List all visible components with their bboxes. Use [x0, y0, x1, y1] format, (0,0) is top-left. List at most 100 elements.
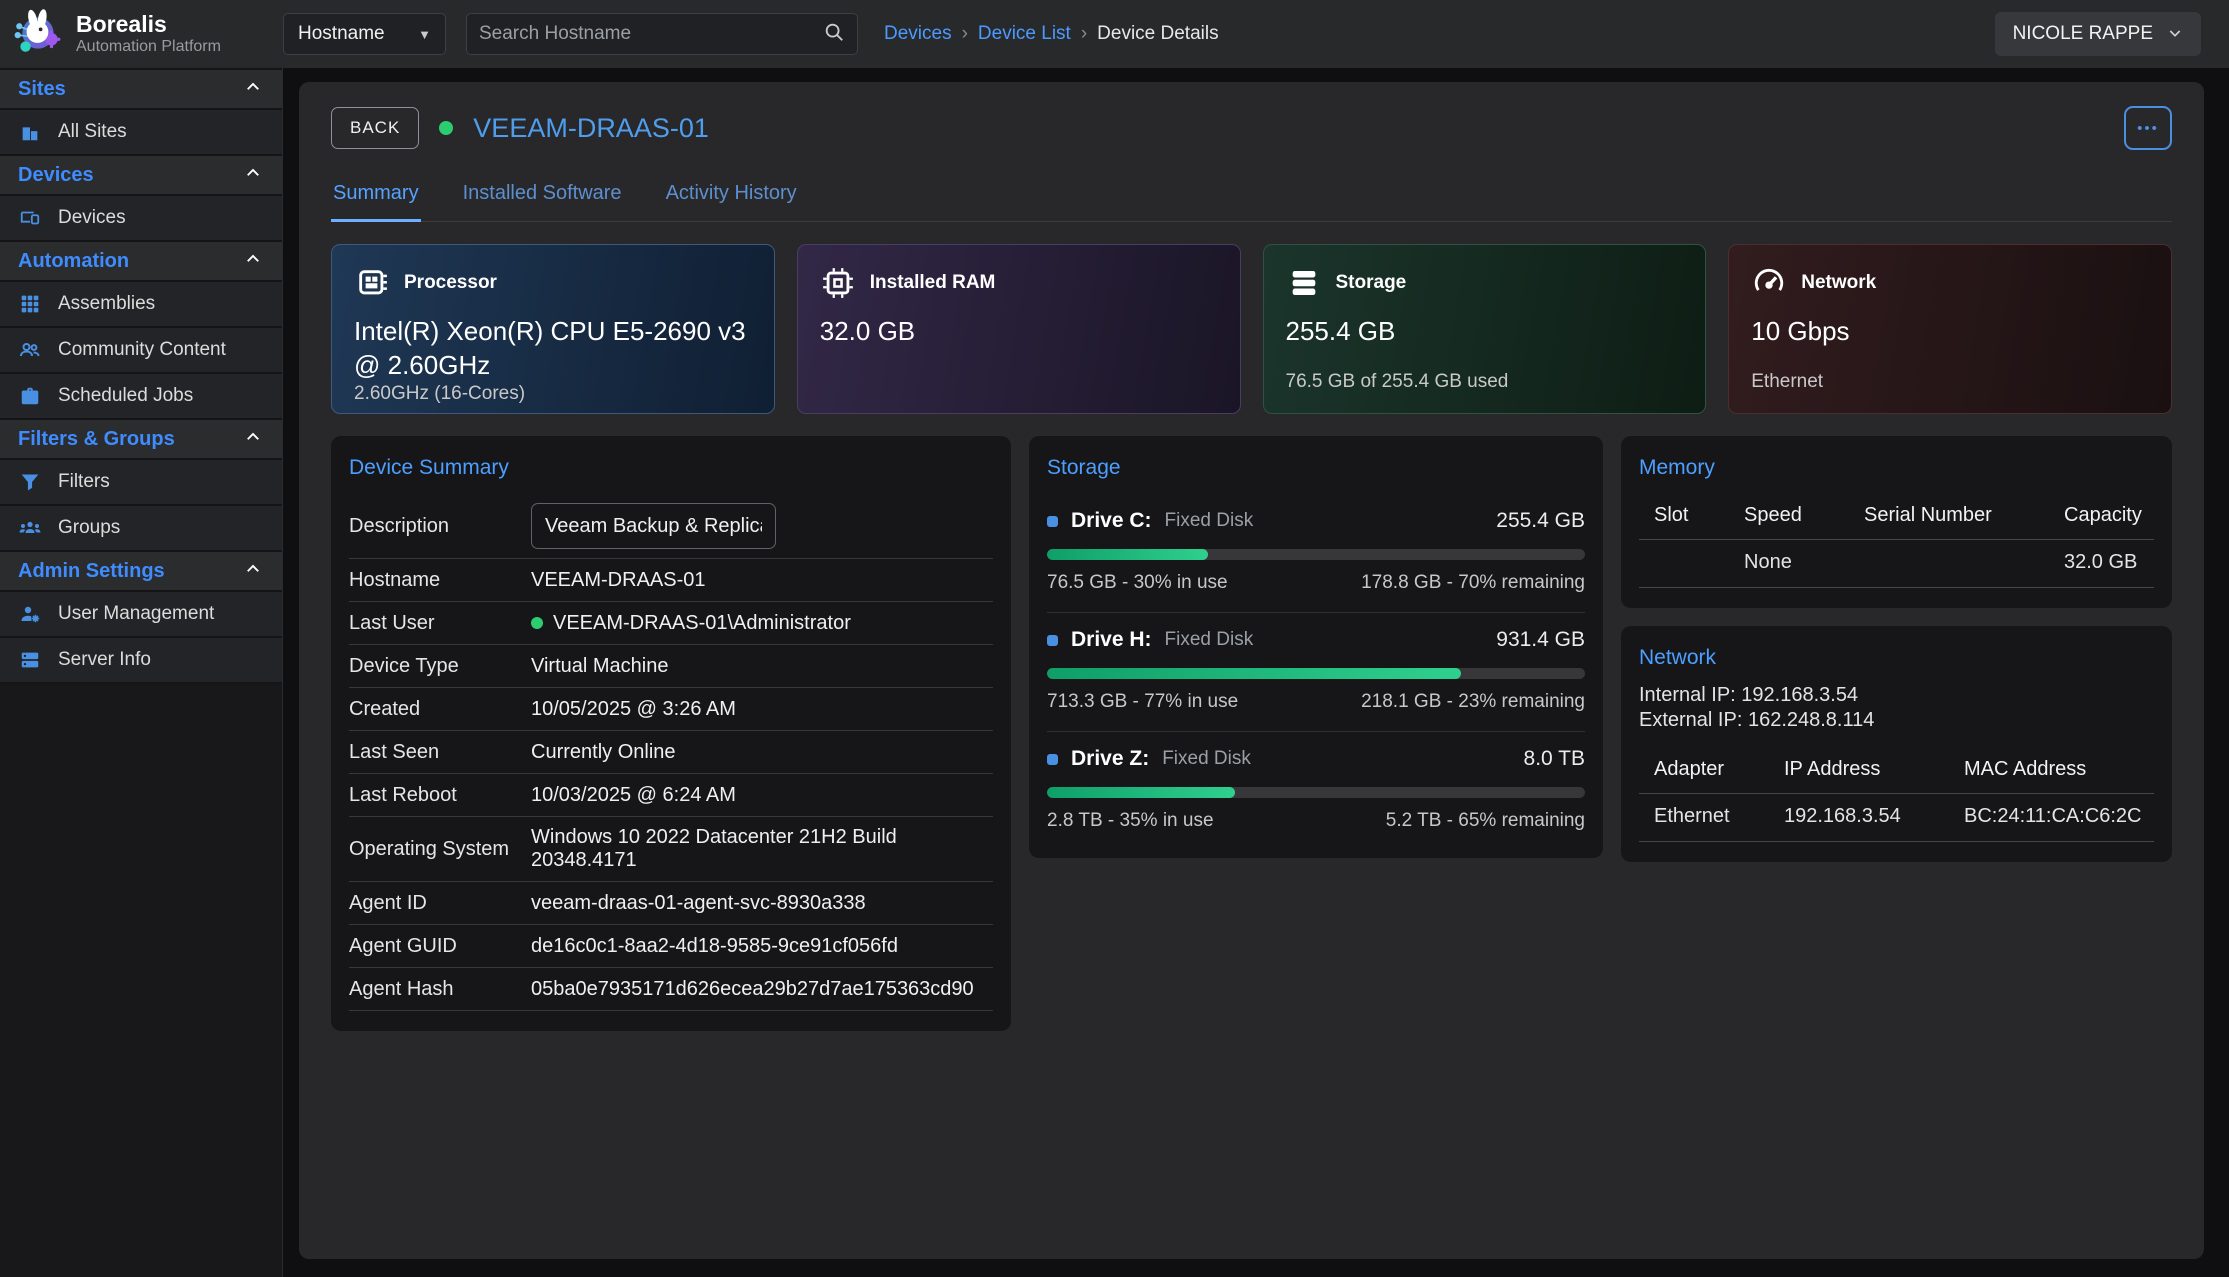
sidebar-item-scheduled-jobs[interactable]: Scheduled Jobs: [0, 372, 282, 418]
memory-table-row: None 32.0 GB: [1639, 540, 2154, 588]
card-subtext: Ethernet: [1751, 371, 2149, 393]
row-label: Device Type: [349, 655, 531, 678]
sidebar-item-user-management[interactable]: User Management: [0, 590, 282, 636]
storage-panel: Storage Drive C: Fixed Disk 255.4 GB: [1029, 436, 1603, 858]
panel-title: Network: [1639, 646, 2154, 670]
drive-bullet-icon: [1047, 516, 1058, 527]
tab-installed-software[interactable]: Installed Software: [461, 176, 624, 221]
description-input[interactable]: [531, 503, 776, 549]
sidebar-item-filters[interactable]: Filters: [0, 458, 282, 504]
breadcrumb-devices[interactable]: Devices: [884, 23, 952, 45]
row-label: Last Reboot: [349, 784, 531, 807]
user-name: NICOLE RAPPE: [2013, 23, 2153, 45]
installed-ram-card: Installed RAM 32.0 GB: [797, 244, 1241, 414]
search-input[interactable]: [479, 23, 823, 45]
ellipsis-menu-button[interactable]: •••: [2124, 106, 2172, 150]
memory-capacity: 32.0 GB: [2064, 551, 2154, 574]
search-field-select[interactable]: Hostname ▼: [283, 13, 446, 55]
device-details-panel: BACK VEEAM-DRAAS-01 ••• Summary Installe…: [299, 82, 2204, 1259]
sidebar-section-sites[interactable]: Sites: [0, 68, 282, 108]
sidebar-item-label: Community Content: [58, 339, 226, 361]
chevron-down-icon: ▼: [418, 27, 431, 42]
drive-row-c: Drive C: Fixed Disk 255.4 GB 76.5 GB - 3…: [1047, 494, 1585, 613]
stat-cards: Processor Intel(R) Xeon(R) CPU E5-2690 v…: [331, 244, 2172, 414]
breadcrumb-separator: ›: [1081, 23, 1087, 45]
adapter-ip: 192.168.3.54: [1784, 805, 1964, 828]
cpu-icon: [354, 265, 390, 301]
user-gear-icon: [18, 602, 42, 626]
summary-row-created: Created 10/05/2025 @ 3:26 AM: [349, 688, 993, 731]
chevron-down-icon: [2167, 25, 2183, 44]
briefcase-icon: [18, 384, 42, 408]
sidebar-item-groups[interactable]: Groups: [0, 504, 282, 550]
server-icon: [18, 648, 42, 672]
tab-activity-history[interactable]: Activity History: [664, 176, 799, 221]
user-menu-button[interactable]: NICOLE RAPPE: [1995, 12, 2201, 56]
sidebar-item-label: All Sites: [58, 121, 127, 143]
storage-card: Storage 255.4 GB 76.5 GB of 255.4 GB use…: [1263, 244, 1707, 414]
card-subtext: 76.5 GB of 255.4 GB used: [1286, 371, 1684, 393]
row-label: Last Seen: [349, 741, 531, 764]
memory-table-header: Slot Speed Serial Number Capacity: [1639, 494, 2154, 540]
back-button[interactable]: BACK: [331, 107, 419, 149]
drive-type: Fixed Disk: [1162, 748, 1251, 770]
sidebar-item-label: Server Info: [58, 649, 151, 671]
chevron-up-icon: [244, 428, 262, 451]
drive-usage-track: [1047, 787, 1585, 798]
drive-name: Drive Z:: [1071, 747, 1149, 771]
column-header: Serial Number: [1864, 504, 2064, 527]
summary-row-description: Description: [349, 494, 993, 559]
column-header: Capacity: [2064, 504, 2154, 527]
drive-bullet-icon: [1047, 635, 1058, 646]
adapter-name: Ethernet: [1654, 805, 1784, 828]
sidebar-item-server-info[interactable]: Server Info: [0, 636, 282, 682]
app-window: Borealis Automation Platform Hostname ▼ …: [0, 0, 2229, 1277]
sidebar-item-community-content[interactable]: Community Content: [0, 326, 282, 372]
row-label: Agent Hash: [349, 978, 531, 1001]
chevron-up-icon: [244, 78, 262, 101]
sidebar-section-automation[interactable]: Automation: [0, 240, 282, 280]
drive-size: 255.4 GB: [1496, 509, 1585, 533]
sidebar-item-all-sites[interactable]: All Sites: [0, 108, 282, 154]
section-label: Sites: [18, 78, 66, 101]
brand-name: Borealis: [76, 12, 221, 37]
drive-used-label: 2.8 TB - 35% in use: [1047, 810, 1214, 832]
sidebar-section-devices[interactable]: Devices: [0, 154, 282, 194]
chevron-up-icon: [244, 164, 262, 187]
drive-used-label: 76.5 GB - 30% in use: [1047, 572, 1228, 594]
drive-usage-bar: [1047, 787, 1235, 798]
drive-usage-track: [1047, 549, 1585, 560]
column-header: MAC Address: [1964, 758, 2154, 781]
sidebar-item-assemblies[interactable]: Assemblies: [0, 280, 282, 326]
drive-name: Drive H:: [1071, 628, 1152, 652]
sidebar-item-devices[interactable]: Devices: [0, 194, 282, 240]
drive-bullet-icon: [1047, 754, 1058, 765]
summary-row-last-user: Last User VEEAM-DRAAS-01\Administrator: [349, 602, 993, 645]
card-title: Network: [1801, 272, 1876, 294]
sidebar-section-filters-groups[interactable]: Filters & Groups: [0, 418, 282, 458]
row-value: 05ba0e7935171d626ecea29b27d7ae175363cd90: [531, 978, 974, 1001]
section-label: Admin Settings: [18, 560, 165, 583]
grid-icon: [18, 292, 42, 316]
sidebar-section-admin-settings[interactable]: Admin Settings: [0, 550, 282, 590]
device-header: BACK VEEAM-DRAAS-01 •••: [331, 106, 2172, 150]
row-label: Operating System: [349, 838, 531, 861]
network-panel: Network Internal IP: 192.168.3.54 Extern…: [1621, 626, 2172, 862]
memory-speed: None: [1744, 551, 1864, 574]
section-label: Devices: [18, 164, 94, 187]
people-icon: [18, 338, 42, 362]
column-header: Slot: [1654, 504, 1744, 527]
summary-row-agent-hash: Agent Hash 05ba0e7935171d626ecea29b27d7a…: [349, 968, 993, 1011]
drive-remaining-label: 218.1 GB - 23% remaining: [1361, 691, 1585, 713]
brand: Borealis Automation Platform: [0, 6, 283, 63]
breadcrumb-separator: ›: [962, 23, 968, 45]
search-box: [466, 13, 858, 55]
tab-summary[interactable]: Summary: [331, 176, 421, 222]
drive-type: Fixed Disk: [1165, 629, 1254, 651]
summary-row-last-reboot: Last Reboot 10/03/2025 @ 6:24 AM: [349, 774, 993, 817]
row-label: Hostname: [349, 569, 531, 592]
online-status-dot: [439, 121, 453, 135]
search-field-selected: Hostname: [298, 23, 385, 45]
row-label: Agent GUID: [349, 935, 531, 958]
breadcrumb-device-list[interactable]: Device List: [978, 23, 1071, 45]
